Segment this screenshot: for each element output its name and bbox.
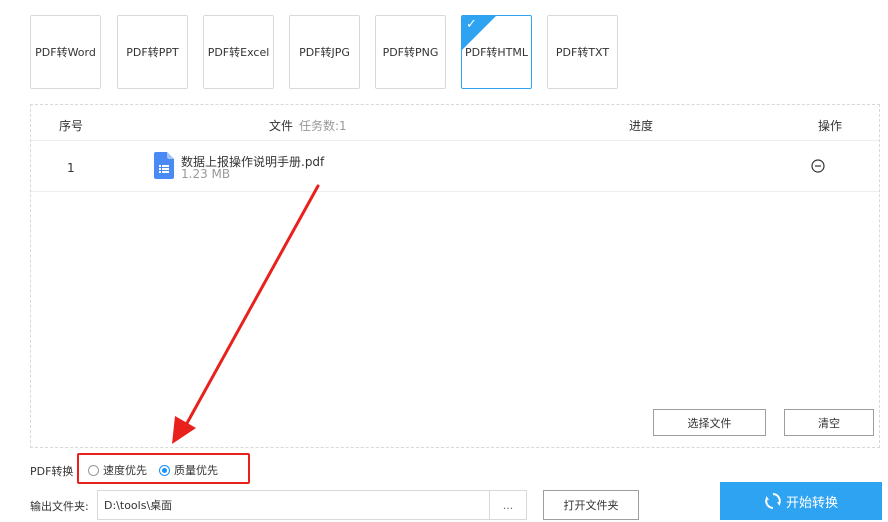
check-icon: ✓ xyxy=(466,17,477,32)
table-header: 序号 文件 任务数:1 进度 操作 xyxy=(31,105,879,141)
format-label: PDF转TXT xyxy=(555,46,610,59)
clear-button[interactable]: 清空 xyxy=(784,409,874,436)
format-label: PDF转PNG xyxy=(382,46,439,59)
refresh-icon xyxy=(765,493,781,509)
select-file-label: 选择文件 xyxy=(687,416,732,430)
file-list-area: 序号 文件 任务数:1 进度 操作 1 数据上报操作说明手册.pdf 1.23 … xyxy=(30,104,880,448)
format-label: PDF转Excel xyxy=(207,46,270,59)
open-folder-label: 打开文件夹 xyxy=(563,499,619,512)
conversion-mode-label: PDF转换 xyxy=(30,465,74,478)
task-count: 任务数:1 xyxy=(299,119,347,133)
row-index: 1 xyxy=(67,161,75,175)
start-convert-label: 开始转换 xyxy=(785,495,838,511)
table-row[interactable]: 1 数据上报操作说明手册.pdf 1.23 MB xyxy=(31,141,879,192)
output-folder-input[interactable] xyxy=(97,490,490,520)
pdf-converter-window: PDF转Word PDF转PPT PDF转Excel PDF转JPG PDF转P… xyxy=(0,0,888,522)
format-label: PDF转Word xyxy=(35,46,96,59)
output-folder-label: 输出文件夹: xyxy=(30,500,89,513)
col-progress-header: 进度 xyxy=(629,119,654,133)
clear-label: 清空 xyxy=(818,416,840,430)
format-pdf-txt[interactable]: PDF转TXT xyxy=(547,15,618,89)
col-index-header: 序号 xyxy=(59,119,84,133)
format-pdf-png[interactable]: PDF转PNG xyxy=(375,15,446,89)
format-pdf-excel[interactable]: PDF转Excel xyxy=(203,15,274,89)
remove-circle-icon[interactable] xyxy=(810,158,826,174)
format-label: PDF转JPG xyxy=(299,46,350,59)
format-pdf-ppt[interactable]: PDF转PPT xyxy=(117,15,188,89)
annotation-highlight-box xyxy=(77,453,250,484)
format-pdf-html[interactable]: ✓ PDF转HTML xyxy=(461,15,532,89)
col-file-header: 文件 xyxy=(269,119,294,133)
col-action-header: 操作 xyxy=(818,119,843,133)
browse-button[interactable]: ... xyxy=(490,490,527,520)
format-label: PDF转PPT xyxy=(126,46,179,59)
document-file-icon xyxy=(154,152,174,179)
browse-label: ... xyxy=(502,498,514,512)
format-pdf-jpg[interactable]: PDF转JPG xyxy=(289,15,360,89)
format-pdf-word[interactable]: PDF转Word xyxy=(30,15,101,89)
start-convert-button[interactable]: 开始转换 xyxy=(720,482,882,520)
select-file-button[interactable]: 选择文件 xyxy=(653,409,766,436)
file-size: 1.23 MB xyxy=(181,167,231,181)
open-folder-button[interactable]: 打开文件夹 xyxy=(543,490,639,520)
